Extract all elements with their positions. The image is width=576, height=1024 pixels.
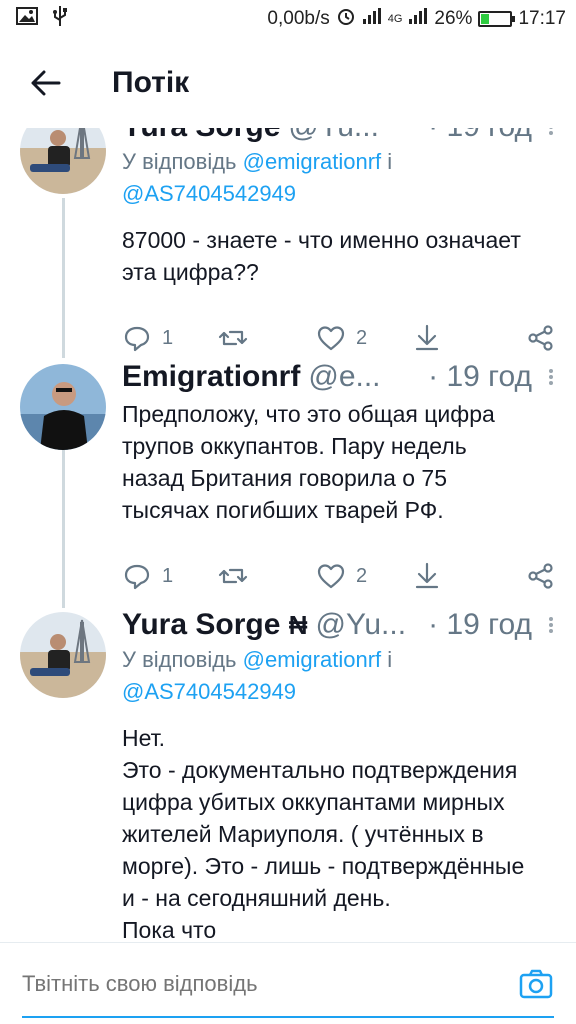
network-speed: 0,00b/s <box>267 8 330 29</box>
author-handle[interactable]: @Yu... <box>316 606 407 644</box>
mention-link[interactable]: @AS7404542949 <box>122 181 296 206</box>
back-arrow-icon <box>31 70 61 96</box>
alarm-icon <box>336 6 356 32</box>
author-name[interactable]: Yura Sorge <box>122 128 280 146</box>
mention-link[interactable]: @emigrationrf <box>243 647 382 672</box>
battery-icon <box>478 11 516 27</box>
image-icon <box>16 7 38 31</box>
more-options-icon[interactable] <box>546 128 556 135</box>
avatar[interactable] <box>20 128 106 194</box>
battery-percent: 26% <box>434 8 473 29</box>
signal-icon-2 <box>408 7 428 31</box>
reply-context: У відповідь @emigrationrf і @AS740454294… <box>122 146 556 210</box>
tweet-text: Нет. Это - документально подтверждения ц… <box>122 725 525 942</box>
thread-connector <box>62 448 65 608</box>
author-name[interactable]: Emigrationrf <box>122 358 300 396</box>
tweet-text: Предположу, что это общая цифра трупов о… <box>122 401 495 523</box>
author-handle[interactable]: @e... <box>308 358 380 396</box>
signal-icon <box>362 7 382 31</box>
reply-input[interactable] <box>22 970 518 997</box>
reply-prefix: У відповідь <box>122 647 243 672</box>
like-button[interactable]: 2 <box>316 323 412 353</box>
tweet-time: · 19 год <box>428 608 532 641</box>
tweet-time: · 19 год <box>428 128 532 146</box>
retweet-button[interactable] <box>218 323 316 353</box>
clock: 17:17 <box>518 8 566 29</box>
usb-icon <box>52 5 68 33</box>
reply-join: і <box>381 149 393 174</box>
reply-button[interactable]: 1 <box>122 323 218 353</box>
reply-count: 1 <box>162 564 174 587</box>
thread-feed[interactable]: Yura Sorge @Yu... · 19 год У відповідь @… <box>0 128 576 942</box>
avatar[interactable] <box>20 612 106 698</box>
reply-prefix: У відповідь <box>122 149 243 174</box>
reply-bar <box>0 942 576 1024</box>
hryvnia-sign-icon: ₦ <box>288 610 308 640</box>
reply-button[interactable]: 1 <box>122 561 218 591</box>
retweet-icon <box>218 330 248 346</box>
tweet-actions: 1 2 <box>122 318 556 358</box>
like-count: 2 <box>356 564 368 587</box>
download-icon <box>415 562 439 589</box>
download-button[interactable] <box>412 323 508 353</box>
share-icon <box>528 325 553 351</box>
reply-context: У відповідь @emigrationrf і @AS740454294… <box>122 644 556 708</box>
retweet-button[interactable] <box>218 561 316 591</box>
reply-underline <box>22 1016 554 1018</box>
mention-link[interactable]: @emigrationrf <box>243 149 382 174</box>
like-button[interactable]: 2 <box>316 561 412 591</box>
share-icon <box>528 563 553 589</box>
mention-link[interactable]: @AS7404542949 <box>122 679 296 704</box>
heart-icon <box>317 326 345 351</box>
tweet-actions: 1 2 <box>122 556 556 596</box>
reply-icon <box>124 326 150 352</box>
page-title: Потік <box>112 66 190 99</box>
reply-join: і <box>381 647 393 672</box>
back-button[interactable] <box>16 53 76 113</box>
author-name[interactable]: Yura Sorge ₦ <box>122 606 308 644</box>
download-button[interactable] <box>412 561 508 591</box>
tweet-time: · 19 год <box>428 360 532 393</box>
tweet-text: 87000 - знаете - что именно означает эта… <box>122 227 521 285</box>
reply-count: 1 <box>162 326 174 349</box>
status-bar: 0,00b/s 4G 26% 17:17 <box>0 0 576 38</box>
author-name-text[interactable]: Yura Sorge <box>122 608 280 641</box>
avatar[interactable] <box>20 364 106 450</box>
author-handle[interactable]: @Yu... <box>288 128 379 146</box>
network-type: 4G <box>387 13 403 25</box>
share-button[interactable] <box>526 323 556 353</box>
share-button[interactable] <box>526 561 556 591</box>
retweet-icon <box>218 568 248 584</box>
more-options-icon[interactable] <box>546 617 556 633</box>
heart-icon <box>317 564 345 589</box>
header: Потік <box>0 38 576 128</box>
like-count: 2 <box>356 326 368 349</box>
reply-icon <box>124 564 150 590</box>
thread-connector <box>62 198 65 358</box>
more-options-icon[interactable] <box>546 369 556 385</box>
download-icon <box>415 324 439 351</box>
camera-icon[interactable] <box>518 966 554 1002</box>
